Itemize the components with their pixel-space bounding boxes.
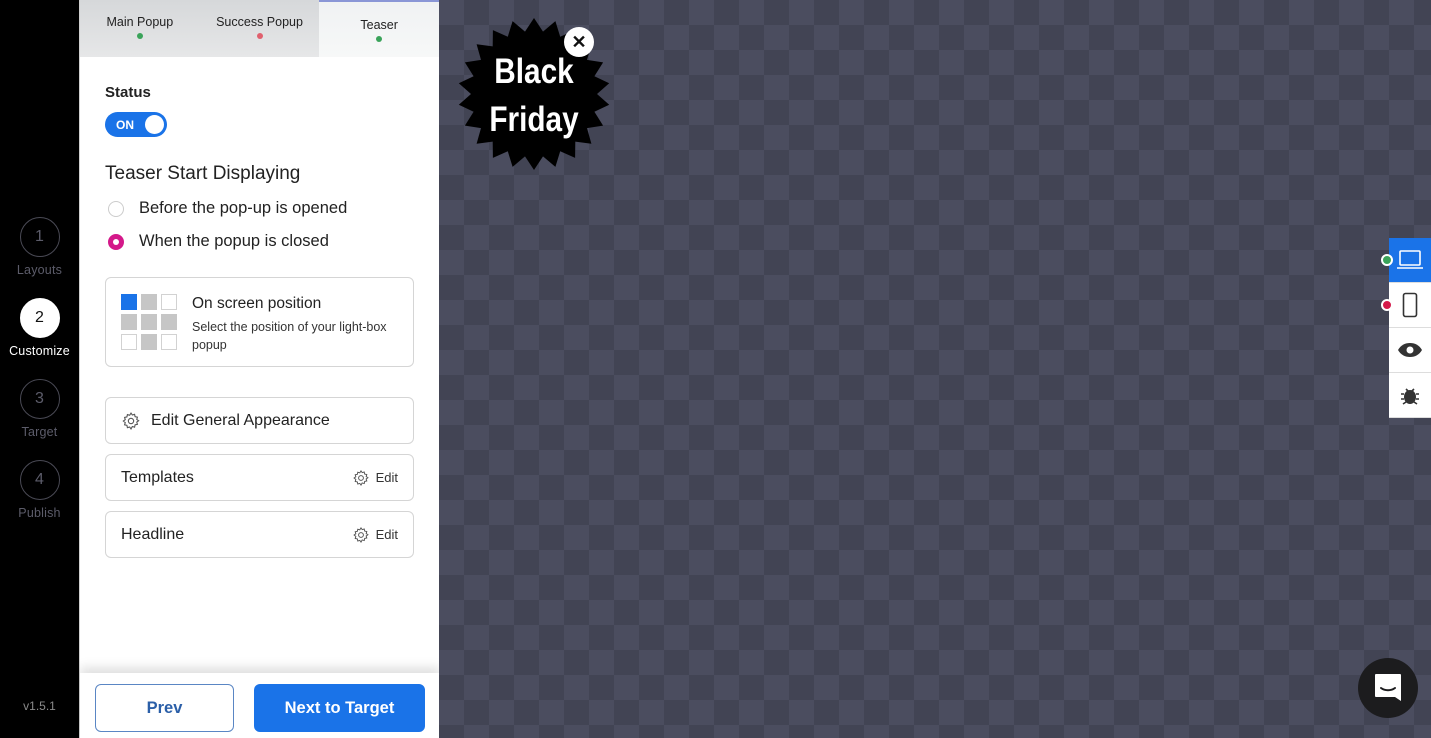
position-cell[interactable]: [141, 314, 157, 330]
position-cell[interactable]: [141, 294, 157, 310]
position-card[interactable]: On screen position Select the position o…: [105, 277, 414, 367]
bug-icon: [1401, 388, 1419, 405]
edit-label: Edit: [375, 527, 398, 542]
tab-label: Main Popup: [106, 15, 174, 29]
gear-icon: [352, 526, 369, 543]
position-cell[interactable]: [161, 334, 177, 350]
steps-rail: 1 Layouts 2 Customize 3 Target 4 Publish…: [0, 0, 79, 738]
radio-button[interactable]: [108, 233, 124, 250]
step-number: 4: [19, 460, 60, 500]
laptop-icon: [1397, 250, 1423, 269]
device-toolbar: [1381, 238, 1431, 418]
mobile-phone-icon: [1402, 292, 1418, 318]
popup-tabs: Main Popup Success Popup Teaser: [80, 0, 440, 57]
status-dot: [376, 36, 383, 42]
step-layouts[interactable]: 1 Layouts: [0, 217, 79, 277]
radio-when-closed[interactable]: When the popup is closed: [105, 232, 414, 251]
position-cell[interactable]: [141, 334, 157, 350]
step-number: 1: [19, 217, 60, 257]
status-dot: [256, 33, 263, 39]
appearance-label: Edit General Appearance: [151, 411, 330, 429]
step-label: Customize: [9, 344, 70, 358]
step-label: Target: [21, 425, 58, 439]
step-customize[interactable]: 2 Customize: [0, 298, 79, 358]
eye-icon: [1398, 343, 1422, 357]
tab-label: Success Popup: [216, 15, 303, 29]
templates-row[interactable]: Templates Edit: [105, 454, 414, 501]
radio-button[interactable]: [108, 200, 124, 217]
settings-panel: Main Popup Success Popup Teaser Status O…: [79, 0, 440, 738]
status-dot: [136, 33, 143, 39]
status-dot: [1381, 299, 1393, 311]
radio-label: Before the pop-up is opened: [139, 199, 348, 217]
edit-general-appearance-button[interactable]: Edit General Appearance: [105, 397, 414, 444]
toggle-knob: [145, 115, 164, 134]
position-cell[interactable]: [121, 334, 137, 350]
edit-label: Edit: [375, 470, 398, 485]
position-cell[interactable]: [121, 314, 137, 330]
step-label: Publish: [18, 506, 61, 520]
step-target[interactable]: 3 Target: [0, 379, 79, 439]
preview-button[interactable]: [1389, 328, 1431, 373]
position-grid: [121, 294, 177, 350]
chat-bubble-icon: [1375, 674, 1401, 701]
edit-button[interactable]: Edit: [352, 526, 398, 544]
version-label: v1.5.1: [23, 699, 56, 713]
position-cell[interactable]: [161, 314, 177, 330]
chat-widget-button[interactable]: [1358, 658, 1418, 718]
preview-canvas: Black Friday ✕: [439, 0, 1431, 738]
tab-label: Teaser: [360, 18, 398, 32]
status-dot: [1381, 254, 1393, 266]
step-number: 2: [19, 298, 60, 338]
panel-footer: Prev Next to Target: [80, 673, 440, 738]
desktop-view-button[interactable]: [1381, 238, 1431, 283]
tab-teaser[interactable]: Teaser: [319, 0, 440, 57]
step-label: Layouts: [16, 263, 63, 277]
toggle-text: ON: [116, 118, 134, 132]
teaser-close-button[interactable]: ✕: [564, 27, 594, 57]
gear-icon: [352, 469, 369, 486]
mobile-view-button[interactable]: [1381, 283, 1431, 328]
prev-button[interactable]: Prev: [95, 684, 234, 732]
position-title: On screen position: [192, 295, 322, 312]
position-cell[interactable]: [121, 294, 137, 310]
teaser-text-line2: Friday: [489, 100, 579, 139]
tab-main-popup[interactable]: Main Popup: [80, 0, 200, 57]
position-cell[interactable]: [161, 294, 177, 310]
teaser-start-title: Teaser Start Displaying: [105, 163, 301, 184]
row-label: Headline: [121, 525, 185, 543]
gear-icon: [122, 411, 140, 430]
radio-label: When the popup is closed: [139, 232, 329, 250]
step-publish[interactable]: 4 Publish: [0, 460, 79, 520]
debug-button[interactable]: [1389, 373, 1431, 418]
row-label: Templates: [121, 468, 194, 486]
teaser-text-line1: Black: [494, 52, 574, 91]
radio-before-open[interactable]: Before the pop-up is opened: [105, 199, 414, 218]
tab-success-popup[interactable]: Success Popup: [200, 0, 320, 57]
edit-button[interactable]: Edit: [352, 469, 398, 487]
status-toggle[interactable]: ON: [105, 112, 167, 137]
next-to-target-button[interactable]: Next to Target: [254, 684, 425, 732]
status-label: Status: [105, 84, 151, 101]
position-description: Select the position of your light-box po…: [192, 320, 387, 352]
close-icon: ✕: [571, 32, 587, 52]
step-number: 3: [19, 379, 60, 419]
headline-row[interactable]: Headline Edit: [105, 511, 414, 558]
